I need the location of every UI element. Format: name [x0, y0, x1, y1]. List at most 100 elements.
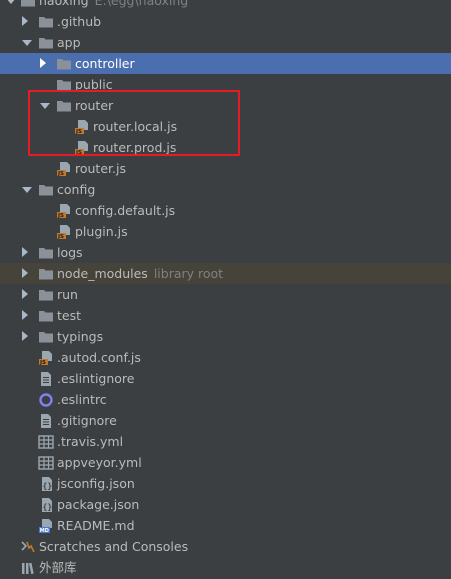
tree-item-name: router.prod.js: [93, 140, 177, 155]
folder-icon: [56, 99, 72, 115]
expand-arrow-right-icon[interactable]: [22, 16, 28, 26]
tree-item-name: node_modules: [57, 266, 148, 281]
tree-item-name: 外部库: [39, 560, 77, 575]
tree-row-package-json[interactable]: {} package.json: [0, 494, 451, 515]
text-file-icon: [38, 413, 54, 429]
tree-row-readme-md[interactable]: MD README.md: [0, 515, 451, 536]
tree-item-label: README.md: [57, 515, 135, 536]
tree-row-typings[interactable]: typings: [0, 326, 451, 347]
expand-arrow-down-icon[interactable]: [22, 40, 32, 46]
tree-row-jsconfig-json[interactable]: {} jsconfig.json: [0, 473, 451, 494]
tree-row-router-js[interactable]: JS router.js: [0, 158, 451, 179]
tree-item-name: config: [57, 182, 96, 197]
tree-row-public[interactable]: public: [0, 74, 451, 95]
tree-item-label: run: [57, 284, 78, 305]
svg-text:JS: JS: [75, 150, 82, 156]
tree-row-logs[interactable]: logs: [0, 242, 451, 263]
folder-icon: [38, 246, 54, 262]
expand-arrow-right-icon[interactable]: [22, 268, 28, 278]
tree-item-label: config.default.js: [75, 200, 175, 221]
tree-row-app[interactable]: app: [0, 32, 451, 53]
json-file-icon: {}: [38, 476, 54, 492]
tree-item-label: appveyor.yml: [57, 452, 142, 473]
tree-row-appveyor-yml[interactable]: appveyor.yml: [0, 452, 451, 473]
tree-row-plugin-js[interactable]: JS plugin.js: [0, 221, 451, 242]
tree-row-router[interactable]: router: [0, 95, 451, 116]
folder-icon: [38, 183, 54, 199]
tree-row-autod-conf-js[interactable]: JS .autod.conf.js: [0, 347, 451, 368]
tree-item-name: logs: [57, 245, 83, 260]
svg-text:{}: {}: [43, 482, 53, 491]
tree-item-label: jsconfig.json: [57, 473, 135, 494]
tree-item-name: jsconfig.json: [57, 476, 135, 491]
tree-row-travis-yml[interactable]: .travis.yml: [0, 431, 451, 452]
tree-item-label: app: [57, 32, 81, 53]
tree-row-gitignore[interactable]: .gitignore: [0, 410, 451, 431]
tree-item-label: .autod.conf.js: [57, 347, 141, 368]
eslint-icon: [38, 392, 54, 408]
folder-icon: [38, 15, 54, 31]
svg-text:JS: JS: [39, 360, 46, 366]
tree-row-haoxing[interactable]: haoxing E:\egg\haoxing: [0, 0, 451, 11]
yaml-file-icon: [38, 434, 54, 450]
tree-item-name: .travis.yml: [57, 434, 124, 449]
tree-row-run[interactable]: run: [0, 284, 451, 305]
expand-arrow-right-icon[interactable]: [22, 247, 28, 257]
tree-item-label: controller: [75, 53, 135, 74]
expand-arrow-right-icon[interactable]: [22, 331, 28, 341]
folder-icon: [38, 309, 54, 325]
tree-item-name: router: [75, 98, 114, 113]
tree-item-name: router.local.js: [93, 119, 178, 134]
svg-text:JS: JS: [57, 213, 64, 219]
tree-item-name: haoxing: [39, 0, 89, 8]
expand-arrow-down-icon[interactable]: [40, 103, 50, 109]
tree-row-github[interactable]: .github: [0, 11, 451, 32]
tree-item-name: controller: [75, 56, 135, 71]
tree-row-router-prod-js[interactable]: JS router.prod.js: [0, 137, 451, 158]
tree-item-name: .eslintrc: [57, 392, 107, 407]
tree-row-config[interactable]: config: [0, 179, 451, 200]
tree-row-scratches-and-consoles[interactable]: Scratches and Consoles: [0, 536, 451, 557]
tree-item-name: .github: [57, 14, 102, 29]
tree-item-name: .autod.conf.js: [57, 350, 141, 365]
tree-item-name: package.json: [57, 497, 140, 512]
tree-row-router-local-js[interactable]: JS router.local.js: [0, 116, 451, 137]
folder-icon: [56, 57, 72, 73]
expand-arrow-down-icon[interactable]: [6, 0, 16, 4]
text-file-icon: [38, 371, 54, 387]
tree-row-eslintignore[interactable]: .eslintignore: [0, 368, 451, 389]
scratches-icon: [20, 539, 36, 555]
expand-arrow-down-icon[interactable]: [22, 187, 32, 193]
tree-item-label: test: [57, 305, 81, 326]
expand-arrow-right-icon[interactable]: [40, 58, 46, 68]
tree-item-name: test: [57, 308, 82, 323]
json-file-icon: {}: [38, 497, 54, 513]
tree-item-name: run: [57, 287, 78, 302]
tree-item-name: router.js: [75, 161, 126, 176]
tree-item-label: logs: [57, 242, 83, 263]
expand-arrow-right-icon[interactable]: [22, 289, 28, 299]
tree-item-label: .eslintrc: [57, 389, 107, 410]
expand-arrow-right-icon[interactable]: [22, 310, 28, 320]
tree-item-label: 外部库: [39, 557, 77, 578]
tree-item-label: .github: [57, 11, 101, 32]
tree-row-外部库[interactable]: 外部库: [0, 557, 451, 578]
tree-item-label: router.local.js: [93, 116, 177, 137]
tree-row-eslintrc[interactable]: .eslintrc: [0, 389, 451, 410]
tree-row-node-modules[interactable]: node_modules library root: [0, 263, 451, 284]
tree-row-controller[interactable]: controller: [0, 53, 451, 74]
tree-row-config-default-js[interactable]: JS config.default.js: [0, 200, 451, 221]
tree-item-name: .eslintignore: [57, 371, 135, 386]
folder-icon: [20, 0, 36, 10]
folder-icon: [38, 36, 54, 52]
markdown-file-icon: MD: [38, 518, 54, 534]
tree-row-test[interactable]: test: [0, 305, 451, 326]
js-file-icon: JS: [74, 119, 90, 135]
tree-item-name: appveyor.yml: [57, 455, 142, 470]
folder-icon: [38, 330, 54, 346]
tree-item-hint: E:\egg\haoxing: [94, 0, 189, 8]
tree-item-name: config.default.js: [75, 203, 176, 218]
js-file-icon: JS: [38, 350, 54, 366]
tree-item-label: plugin.js: [75, 221, 128, 242]
tree-item-label: .eslintignore: [57, 368, 134, 389]
